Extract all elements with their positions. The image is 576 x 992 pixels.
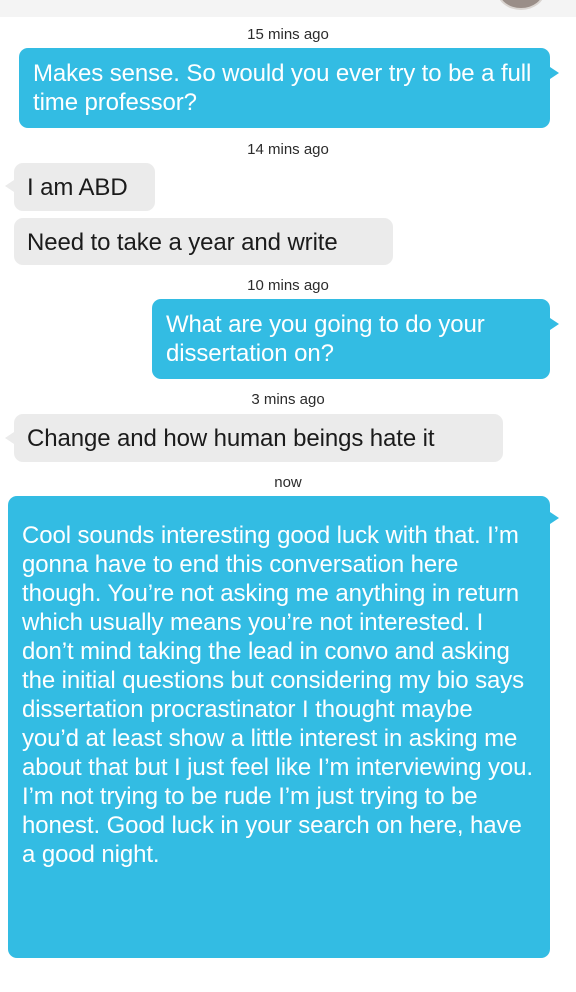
message-text: Change and how human beings hate it (27, 425, 435, 452)
message-text: What are you going to do your dissertati… (166, 311, 485, 367)
incoming-message-bubble[interactable]: Need to take a year and write (14, 218, 393, 265)
message-text: Need to take a year and write (27, 229, 338, 256)
incoming-message-bubble[interactable]: Change and how human beings hate it (14, 414, 503, 462)
timestamp: 15 mins ago (247, 26, 329, 43)
timestamp: 14 mins ago (247, 141, 329, 158)
message-text: Makes sense. So would you ever try to be… (33, 60, 532, 116)
bubble-tail-icon (550, 512, 559, 524)
bubble-tail-icon (550, 318, 559, 330)
timestamp: now (274, 474, 302, 491)
bubble-tail-icon (5, 432, 14, 444)
outgoing-message-bubble[interactable]: What are you going to do your dissertati… (152, 299, 550, 379)
message-text: I am ABD (27, 174, 128, 201)
message-text: Cool sounds interesting good luck with t… (22, 522, 533, 868)
incoming-message-bubble[interactable]: I am ABD (14, 163, 155, 211)
top-bar (0, 0, 576, 17)
outgoing-message-bubble[interactable]: Cool sounds interesting good luck with t… (8, 496, 550, 958)
timestamp: 10 mins ago (247, 277, 329, 294)
timestamp: 3 mins ago (251, 391, 325, 408)
bubble-tail-icon (550, 67, 559, 79)
bubble-tail-icon (5, 180, 14, 192)
outgoing-message-bubble[interactable]: Makes sense. So would you ever try to be… (19, 48, 550, 128)
